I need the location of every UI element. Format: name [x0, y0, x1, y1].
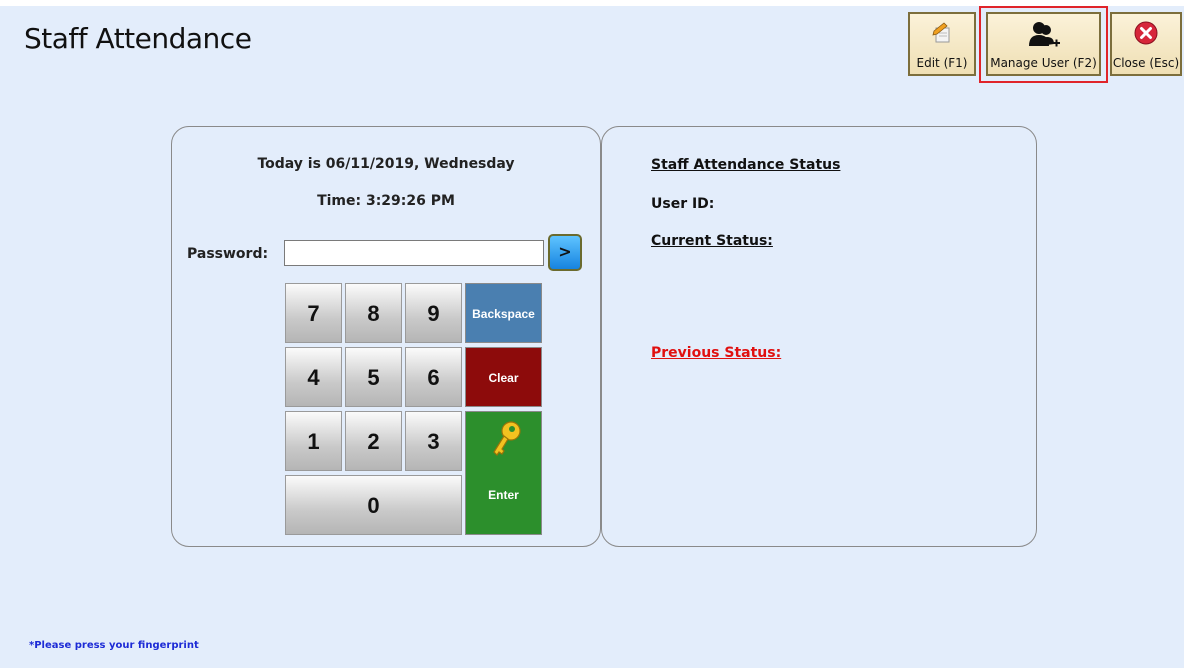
enter-button[interactable]: Enter [465, 411, 542, 535]
status-panel [601, 126, 1037, 547]
manage-user-button[interactable]: Manage User (F2) [986, 12, 1101, 76]
pencil-document-icon [931, 22, 953, 48]
key-icon [490, 420, 522, 463]
clear-button[interactable]: Clear [465, 347, 542, 407]
password-label: Password: [187, 246, 269, 262]
key-1[interactable]: 1 [285, 411, 342, 471]
time-text: Time: 3:29:26 PM [317, 193, 455, 209]
backspace-button[interactable]: Backspace [465, 283, 542, 343]
close-button[interactable]: Close (Esc) [1110, 12, 1182, 76]
manage-user-button-label: Manage User (F2) [990, 56, 1097, 70]
key-8[interactable]: 8 [345, 283, 402, 343]
key-0[interactable]: 0 [285, 475, 462, 535]
fingerprint-hint: *Please press your fingerprint [29, 640, 199, 651]
key-3[interactable]: 3 [405, 411, 462, 471]
key-2[interactable]: 2 [345, 411, 402, 471]
enter-button-label: Enter [488, 488, 519, 502]
add-user-icon [1027, 20, 1061, 54]
edit-button-label: Edit (F1) [916, 56, 968, 70]
submit-arrow-button[interactable]: > [548, 234, 582, 271]
key-4[interactable]: 4 [285, 347, 342, 407]
status-heading: Staff Attendance Status [651, 157, 841, 173]
page-title: Staff Attendance [24, 22, 252, 55]
close-button-label: Close (Esc) [1112, 56, 1180, 70]
close-circle-icon [1134, 21, 1158, 49]
current-status-label: Current Status: [651, 233, 773, 249]
key-7[interactable]: 7 [285, 283, 342, 343]
key-6[interactable]: 6 [405, 347, 462, 407]
date-text: Today is 06/11/2019, Wednesday [257, 156, 515, 172]
key-5[interactable]: 5 [345, 347, 402, 407]
password-input[interactable] [284, 240, 544, 266]
edit-button[interactable]: Edit (F1) [908, 12, 976, 76]
previous-status-label: Previous Status: [651, 345, 782, 361]
user-id-label: User ID: [651, 196, 715, 212]
key-9[interactable]: 9 [405, 283, 462, 343]
